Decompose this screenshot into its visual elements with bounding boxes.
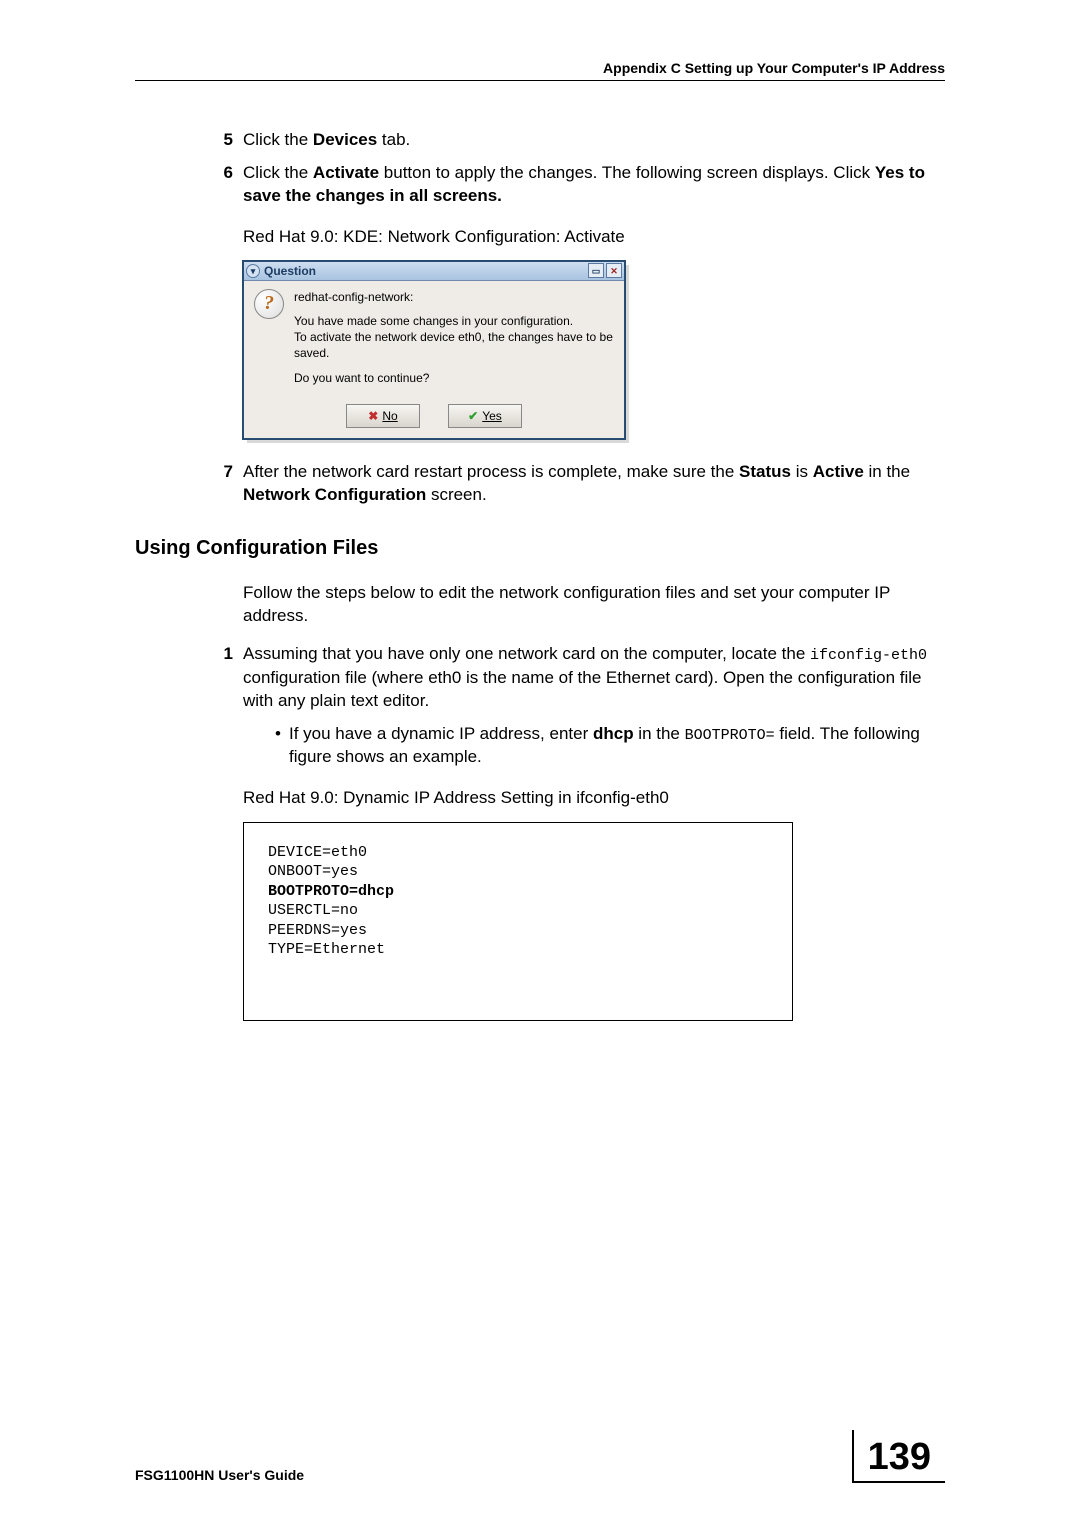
code-box: DEVICE=eth0 ONBOOT=yes BOOTPROTO=dhcp US… xyxy=(243,822,793,1021)
text: button to apply the changes. The followi… xyxy=(379,163,875,182)
close-button[interactable]: ✕ xyxy=(606,263,622,278)
step-number: 1 xyxy=(205,643,243,712)
button-label: Yes xyxy=(482,408,502,424)
text: is xyxy=(791,462,813,481)
text: Do you want to continue? xyxy=(294,370,614,386)
code-line: PEERDNS=yes xyxy=(268,921,768,941)
footer-guide: FSG1100HN User's Guide xyxy=(135,1467,304,1483)
minimize-button[interactable]: ▭ xyxy=(588,263,604,278)
code-line: ONBOOT=yes xyxy=(268,862,768,882)
text-bold: dhcp xyxy=(593,724,634,743)
intro-text: Follow the steps below to edit the netwo… xyxy=(243,582,945,628)
question-icon: ? xyxy=(254,289,284,319)
header-appendix: Appendix C Setting up Your Computer's IP… xyxy=(135,60,945,81)
page-number: 139 xyxy=(852,1430,945,1483)
text: Click the xyxy=(243,130,313,149)
no-button[interactable]: ✖No xyxy=(346,404,420,428)
figure-caption: Red Hat 9.0: Dynamic IP Address Setting … xyxy=(243,787,945,810)
code-line: DEVICE=eth0 xyxy=(268,843,768,863)
x-icon: ✖ xyxy=(368,408,378,424)
yes-button[interactable]: ✔Yes xyxy=(448,404,522,428)
step-number: 6 xyxy=(205,162,243,208)
figure-caption: Red Hat 9.0: KDE: Network Configuration:… xyxy=(243,226,945,249)
text: Click the xyxy=(243,163,313,182)
text: You have made some changes in your confi… xyxy=(294,314,573,328)
code-line-bold: BOOTPROTO=dhcp xyxy=(268,882,768,902)
step-6: 6 Click the Activate button to apply the… xyxy=(205,162,945,208)
dialog-message: redhat-config-network: You have made som… xyxy=(294,289,614,394)
code-line: USERCTL=no xyxy=(268,901,768,921)
code-line: TYPE=Ethernet xyxy=(268,940,768,960)
step-5: 5 Click the Devices tab. xyxy=(205,129,945,152)
text: in the xyxy=(864,462,910,481)
text-bold: Devices xyxy=(313,130,377,149)
mono-text: ifconfig-eth0 xyxy=(810,647,927,664)
dialog-titlebar: ▾ Question ▭ ✕ xyxy=(244,262,624,281)
text: screen. xyxy=(426,485,486,504)
text-bold: Network Configuration xyxy=(243,485,426,504)
text-bold: Status xyxy=(739,462,791,481)
step-7: 7 After the network card restart process… xyxy=(205,461,945,507)
text-bold: Active xyxy=(813,462,864,481)
text: configuration file (where eth0 is the na… xyxy=(243,668,922,710)
text: Assuming that you have only one network … xyxy=(243,644,810,663)
text: After the network card restart process i… xyxy=(243,462,739,481)
text: If you have a dynamic IP address, enter xyxy=(289,724,593,743)
section-title: Using Configuration Files xyxy=(135,535,945,562)
step-number: 5 xyxy=(205,129,243,152)
mono-text: BOOTPROTO= xyxy=(685,727,775,744)
text: redhat-config-network: xyxy=(294,289,614,305)
button-label: No xyxy=(382,408,397,424)
check-icon: ✔ xyxy=(468,408,478,424)
bullet-dot: • xyxy=(275,723,289,769)
dialog-question: ▾ Question ▭ ✕ ? redhat-config-network: … xyxy=(243,261,945,439)
window-menu-icon[interactable]: ▾ xyxy=(246,264,260,278)
text: tab. xyxy=(377,130,410,149)
text: To activate the network device eth0, the… xyxy=(294,330,613,360)
dialog-title: Question xyxy=(264,263,586,279)
bullet-item: • If you have a dynamic IP address, ente… xyxy=(275,723,945,769)
substep-1: 1 Assuming that you have only one networ… xyxy=(205,643,945,712)
step-number: 7 xyxy=(205,461,243,507)
text-bold: Activate xyxy=(313,163,379,182)
text: in the xyxy=(634,724,685,743)
